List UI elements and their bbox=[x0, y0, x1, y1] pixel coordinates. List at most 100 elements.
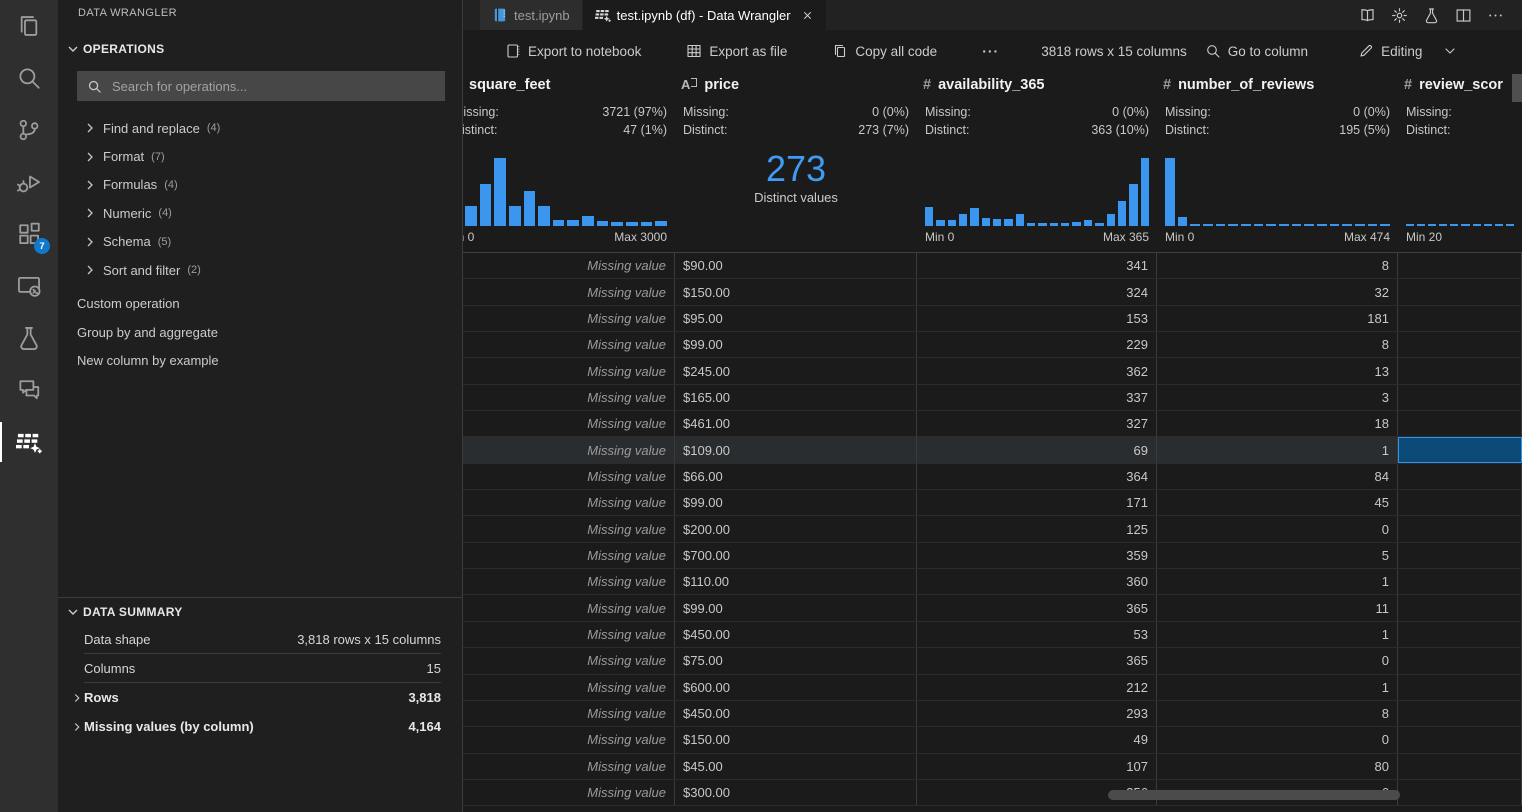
activity-item-data-wrangler[interactable] bbox=[0, 416, 58, 468]
table-cell[interactable]: Missing value bbox=[463, 358, 675, 383]
table-cell[interactable]: 8 bbox=[1157, 253, 1398, 278]
table-cell[interactable] bbox=[1398, 595, 1522, 620]
table-cell[interactable]: 0 bbox=[1157, 516, 1398, 541]
table-cell[interactable]: 0 bbox=[1157, 648, 1398, 673]
beaker-icon[interactable] bbox=[1423, 7, 1440, 24]
table-cell[interactable]: 365 bbox=[917, 648, 1157, 673]
horizontal-scrollbar[interactable] bbox=[1108, 790, 1400, 800]
table-cell[interactable]: $99.00 bbox=[675, 595, 917, 620]
table-cell[interactable]: 45 bbox=[1157, 490, 1398, 515]
table-cell[interactable]: 1 bbox=[1157, 622, 1398, 647]
table-cell[interactable] bbox=[1398, 464, 1522, 489]
table-cell[interactable]: Missing value bbox=[463, 279, 675, 304]
table-cell[interactable]: $461.00 bbox=[675, 411, 917, 436]
vertical-scrollbar[interactable] bbox=[1512, 74, 1522, 102]
table-cell[interactable] bbox=[1398, 569, 1522, 594]
table-cell[interactable] bbox=[1398, 358, 1522, 383]
table-cell[interactable]: $99.00 bbox=[675, 490, 917, 515]
table-cell[interactable]: 49 bbox=[917, 727, 1157, 752]
operation-group-schema[interactable]: Schema(5) bbox=[58, 228, 462, 256]
editing-mode-button[interactable]: Editing bbox=[1358, 43, 1422, 59]
table-cell[interactable]: Missing value bbox=[463, 490, 675, 515]
editing-dropdown-chevron[interactable] bbox=[1442, 43, 1458, 59]
table-cell[interactable]: 364 bbox=[917, 464, 1157, 489]
table-cell[interactable]: 229 bbox=[917, 332, 1157, 357]
activity-item-testing[interactable] bbox=[0, 312, 58, 364]
table-cell[interactable]: 53 bbox=[917, 622, 1157, 647]
table-cell[interactable]: $75.00 bbox=[675, 648, 917, 673]
column-name[interactable]: #number_of_reviews bbox=[1163, 77, 1314, 93]
table-cell[interactable]: 293 bbox=[917, 701, 1157, 726]
activity-item-source-control[interactable] bbox=[0, 104, 58, 156]
table-cell[interactable] bbox=[1398, 332, 1522, 357]
table-cell[interactable]: 8 bbox=[1157, 701, 1398, 726]
table-cell[interactable]: 1 bbox=[1157, 675, 1398, 700]
table-cell[interactable]: Missing value bbox=[463, 464, 675, 489]
operations-search[interactable] bbox=[77, 71, 445, 101]
table-cell[interactable]: 18 bbox=[1157, 411, 1398, 436]
activity-item-comments[interactable] bbox=[0, 364, 58, 416]
table-cell[interactable] bbox=[1398, 675, 1522, 700]
settings-gear-icon[interactable] bbox=[1391, 7, 1408, 24]
table-cell[interactable] bbox=[1398, 622, 1522, 647]
table-cell[interactable]: 84 bbox=[1157, 464, 1398, 489]
table-cell[interactable]: $300.00 bbox=[675, 780, 917, 805]
activity-item-run-debug[interactable] bbox=[0, 156, 58, 208]
table-cell[interactable] bbox=[1398, 701, 1522, 726]
table-cell[interactable]: Missing value bbox=[463, 306, 675, 331]
split-editor-icon[interactable] bbox=[1455, 7, 1472, 24]
table-cell[interactable] bbox=[1398, 648, 1522, 673]
table-cell[interactable]: Missing value bbox=[463, 253, 675, 278]
table-cell[interactable]: Missing value bbox=[463, 516, 675, 541]
table-cell[interactable]: $150.00 bbox=[675, 727, 917, 752]
activity-item-explorer[interactable] bbox=[0, 0, 58, 52]
table-cell[interactable]: 181 bbox=[1157, 306, 1398, 331]
table-cell[interactable]: Missing value bbox=[463, 754, 675, 779]
table-cell[interactable]: Missing value bbox=[463, 411, 675, 436]
table-cell[interactable] bbox=[1398, 385, 1522, 410]
table-cell[interactable]: 11 bbox=[1157, 595, 1398, 620]
table-cell[interactable]: 0 bbox=[1157, 727, 1398, 752]
table-cell[interactable]: Missing value bbox=[463, 437, 675, 462]
table-cell[interactable] bbox=[1398, 543, 1522, 568]
column-name[interactable]: #review_scor bbox=[1404, 77, 1503, 93]
table-cell[interactable]: Missing value bbox=[463, 622, 675, 647]
table-cell[interactable]: 125 bbox=[917, 516, 1157, 541]
column-name[interactable]: Aprice bbox=[681, 77, 739, 93]
table-cell[interactable]: 212 bbox=[917, 675, 1157, 700]
operation-group-sort-and-filter[interactable]: Sort and filter(2) bbox=[58, 256, 462, 284]
go-to-column-button[interactable]: Go to column bbox=[1205, 43, 1308, 59]
table-cell[interactable]: $110.00 bbox=[675, 569, 917, 594]
table-cell[interactable]: 362 bbox=[917, 358, 1157, 383]
operation-item-custom-operation[interactable]: Custom operation bbox=[58, 289, 462, 318]
table-cell[interactable]: 13 bbox=[1157, 358, 1398, 383]
table-cell[interactable]: Missing value bbox=[463, 701, 675, 726]
table-cell[interactable]: Missing value bbox=[463, 332, 675, 357]
operation-group-format[interactable]: Format(7) bbox=[58, 142, 462, 170]
table-cell[interactable] bbox=[1398, 253, 1522, 278]
table-cell[interactable]: 327 bbox=[917, 411, 1157, 436]
table-cell[interactable] bbox=[1398, 754, 1522, 779]
table-cell[interactable]: $99.00 bbox=[675, 332, 917, 357]
table-cell[interactable] bbox=[1398, 279, 1522, 304]
table-cell[interactable] bbox=[1398, 411, 1522, 436]
export-as-file-button[interactable]: Export as file bbox=[686, 43, 787, 59]
operation-group-numeric[interactable]: Numeric(4) bbox=[58, 199, 462, 227]
table-cell[interactable]: 1 bbox=[1157, 437, 1398, 462]
table-cell[interactable]: Missing value bbox=[463, 595, 675, 620]
table-cell[interactable]: 153 bbox=[917, 306, 1157, 331]
table-cell[interactable]: Missing value bbox=[463, 727, 675, 752]
table-cell[interactable] bbox=[1398, 516, 1522, 541]
table-cell[interactable]: 324 bbox=[917, 279, 1157, 304]
table-cell[interactable] bbox=[1398, 780, 1522, 805]
table-cell[interactable]: Missing value bbox=[463, 569, 675, 594]
more-icon[interactable] bbox=[1487, 7, 1504, 24]
table-cell[interactable]: $150.00 bbox=[675, 279, 917, 304]
table-cell[interactable]: Missing value bbox=[463, 675, 675, 700]
table-cell[interactable]: 1 bbox=[1157, 569, 1398, 594]
operations-section-header[interactable]: OPERATIONS bbox=[58, 38, 462, 60]
close-icon[interactable] bbox=[801, 9, 814, 22]
column-name[interactable]: square_feet bbox=[469, 77, 550, 93]
table-cell[interactable]: $700.00 bbox=[675, 543, 917, 568]
table-cell[interactable]: $45.00 bbox=[675, 754, 917, 779]
